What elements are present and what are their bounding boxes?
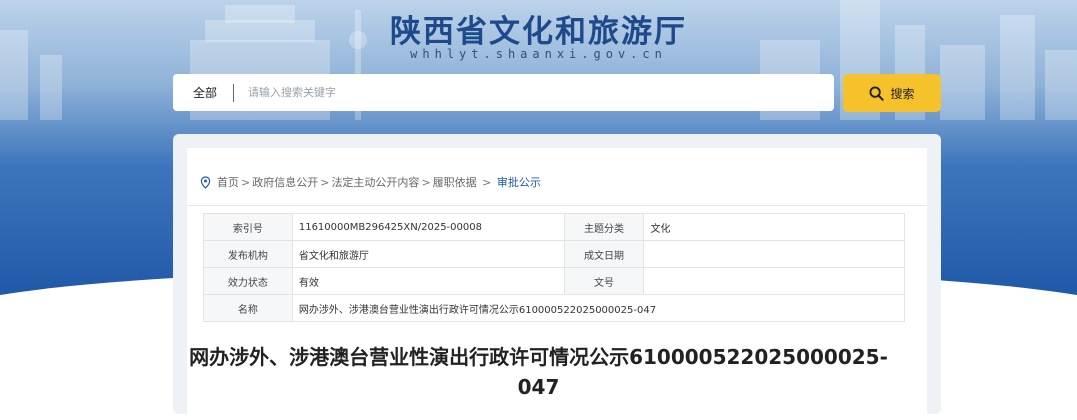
breadcrumb-divider xyxy=(187,205,927,206)
document-title-line1: 网办涉外、涉港澳台营业性演出行政许可情况公示610000522025000025… xyxy=(189,345,888,369)
status-label: 效力状态 xyxy=(203,267,293,295)
site-title: 陕西省文化和旅游厅 xyxy=(390,14,687,50)
table-row: 名称 网办涉外、涉港澳台营业性演出行政许可情况公示610000522025000… xyxy=(203,294,906,322)
publisher-label: 发布机构 xyxy=(203,240,293,268)
index-value: 11610000MB296425XN/2025-00008 xyxy=(291,213,565,241)
search-button-label: 搜索 xyxy=(890,86,915,101)
location-pin-icon xyxy=(200,175,211,189)
breadcrumb-statutory[interactable]: 法定主动公开内容 xyxy=(331,174,419,190)
date-value xyxy=(643,240,905,268)
breadcrumb-separator: > xyxy=(478,175,495,189)
search-scope-select[interactable]: 全部 xyxy=(173,84,233,101)
document-meta-table: 索引号 11610000MB296425XN/2025-00008 主题分类 文… xyxy=(203,213,906,322)
docno-label: 文号 xyxy=(563,267,645,295)
breadcrumb-separator: > xyxy=(241,175,251,189)
topic-value: 文化 xyxy=(643,213,905,241)
breadcrumb: 首页 > 政府信息公开 > 法定主动公开内容 > 履职依据 > 审批公示 xyxy=(200,174,541,190)
breadcrumb-separator: > xyxy=(320,175,330,189)
search-input[interactable] xyxy=(246,76,834,109)
topic-label: 主题分类 xyxy=(563,213,645,241)
search-box: 全部 xyxy=(173,74,834,111)
docno-value xyxy=(643,267,905,295)
breadcrumb-separator: > xyxy=(421,175,431,189)
status-value: 有效 xyxy=(291,267,565,295)
date-label: 成文日期 xyxy=(563,240,645,268)
breadcrumb-current[interactable]: 审批公示 xyxy=(497,174,541,190)
table-row: 发布机构 省文化和旅游厅 成文日期 xyxy=(203,240,905,268)
table-row: 效力状态 有效 文号 xyxy=(203,267,905,295)
site-domain: whhlyt.shaanxi.gov.cn xyxy=(410,47,667,61)
breadcrumb-duty-basis[interactable]: 履职依据 xyxy=(433,174,477,190)
search-icon xyxy=(869,85,885,101)
document-title-line2: 047 xyxy=(517,375,560,399)
index-label: 索引号 xyxy=(203,213,293,241)
publisher-value: 省文化和旅游厅 xyxy=(291,240,565,268)
breadcrumb-home[interactable]: 首页 xyxy=(217,174,239,190)
name-value: 网办涉外、涉港澳台营业性演出行政许可情况公示610000522025000025… xyxy=(291,294,906,322)
search-divider xyxy=(233,83,235,102)
table-row: 索引号 11610000MB296425XN/2025-00008 主题分类 文… xyxy=(203,213,905,241)
breadcrumb-gov-info[interactable]: 政府信息公开 xyxy=(252,174,318,190)
search-button[interactable]: 搜索 xyxy=(843,74,941,112)
name-label: 名称 xyxy=(203,294,293,322)
document-title: 网办涉外、涉港澳台营业性演出行政许可情况公示610000522025000025… xyxy=(0,342,1077,402)
